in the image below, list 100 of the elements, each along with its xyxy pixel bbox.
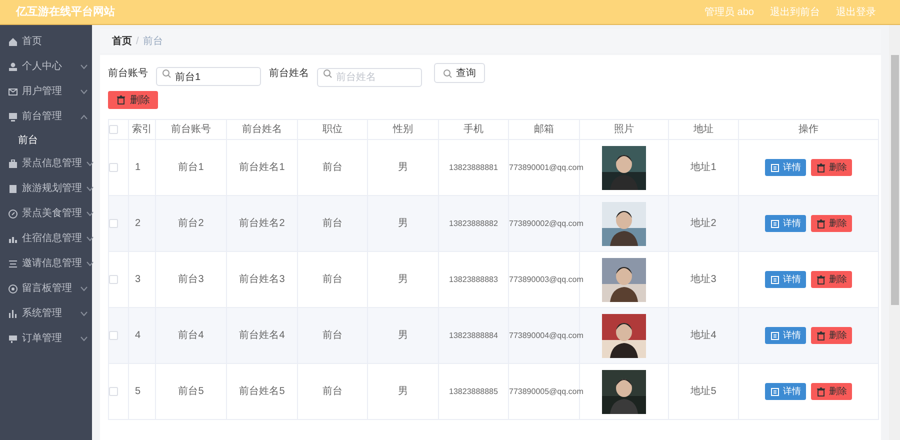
table-cell: 地址1 [690, 162, 716, 173]
table-cell: 前台 [322, 330, 342, 341]
breadcrumb-current: 前台 [142, 34, 163, 48]
table-cell: 773890004@qq.com [509, 331, 584, 340]
document-icon [770, 218, 780, 228]
sidebar-item[interactable]: 首页 [0, 29, 92, 54]
document-icon [8, 184, 18, 194]
document-icon [770, 162, 780, 172]
search-button[interactable]: 查询 [434, 63, 485, 83]
document-icon [770, 386, 780, 396]
search-field[interactable]: 前台姓名 [317, 68, 422, 86]
details-button[interactable]: 详情 [765, 159, 806, 176]
index-cell: 1 [135, 162, 141, 173]
scrollbar[interactable] [889, 25, 900, 440]
details-button[interactable]: 详情 [765, 383, 806, 400]
delete-button[interactable]: 删除 [811, 271, 852, 288]
index-cell: 4 [135, 330, 141, 341]
sidebar-item[interactable]: 订单管理 [0, 326, 92, 351]
table-cell: 前台姓名5 [239, 386, 285, 397]
details-button[interactable]: 详情 [765, 271, 806, 288]
column-header: 性别 [393, 124, 413, 135]
delete-button[interactable]: 删除 [811, 327, 852, 344]
search-field[interactable]: 前台1 [156, 67, 261, 86]
user-icon [8, 62, 18, 72]
card-icon [8, 334, 18, 344]
sidebar-subitem[interactable]: 前台 [0, 129, 92, 151]
sidebar-item[interactable]: 旅游规划管理 [0, 176, 92, 201]
document-icon [770, 330, 780, 340]
table-cell: 前台4 [178, 330, 204, 341]
table-cell: 男 [398, 274, 408, 285]
table-cell: 地址3 [690, 274, 716, 285]
trash-icon [816, 330, 826, 340]
index-cell: 5 [135, 386, 141, 397]
table-cell: 773890001@qq.com [509, 163, 584, 172]
details-button[interactable]: 详情 [765, 215, 806, 232]
checkbox[interactable] [109, 387, 118, 396]
checkbox[interactable] [109, 219, 118, 228]
table-cell: 前台 [322, 162, 342, 173]
table-cell: 773890002@qq.com [509, 219, 584, 228]
table-cell: 前台姓名3 [239, 274, 285, 285]
table-cell: 前台1 [178, 162, 204, 173]
table-cell: 773890003@qq.com [509, 275, 584, 284]
briefcase-icon [8, 158, 18, 168]
sidebar-item[interactable]: 系统管理 [0, 301, 92, 326]
home-icon [8, 36, 18, 46]
column-header: 手机 [464, 124, 484, 135]
table-cell: 前台5 [178, 386, 204, 397]
delete-button[interactable]: 删除 [811, 383, 852, 400]
mail-icon [8, 86, 18, 96]
field-label: 前台姓名 [269, 66, 309, 80]
sidebar-item[interactable]: 邀请信息管理 [0, 251, 92, 276]
sidebar-item[interactable]: 用户管理 [0, 79, 92, 104]
table-cell: 前台姓名1 [239, 162, 285, 173]
sidebar-item[interactable]: 景点美食管理 [0, 201, 92, 226]
delete-button[interactable]: 删除 [811, 215, 852, 232]
table-cell: 13823888883 [449, 275, 498, 284]
table-cell: 前台 [322, 218, 342, 229]
sidebar-item[interactable]: 留言板管理 [0, 276, 92, 301]
breadcrumb-separator: / [136, 34, 139, 48]
trash-icon [816, 162, 826, 172]
sidebar-item[interactable]: 个人中心 [0, 54, 92, 79]
search-icon [443, 68, 452, 78]
table-cell: 773890005@qq.com [509, 387, 584, 396]
table-cell: 前台3 [178, 274, 204, 285]
sidebar-item[interactable]: 景点信息管理 [0, 151, 92, 176]
field-label: 前台账号 [108, 66, 148, 80]
column-header: 职位 [322, 124, 342, 135]
table-cell: 前台姓名2 [239, 218, 285, 229]
column-header: 照片 [614, 124, 634, 135]
list-icon [8, 258, 18, 268]
bar-chart-icon [8, 308, 18, 318]
table-cell: 男 [398, 218, 408, 229]
delete-button[interactable]: 删除 [108, 91, 158, 109]
table-cell: 13823888882 [449, 219, 498, 228]
delete-button[interactable]: 删除 [811, 159, 852, 176]
column-header: 前台账号 [171, 124, 211, 135]
table-cell: 前台 [322, 386, 342, 397]
trash-icon [816, 386, 826, 396]
table-cell: 前台姓名4 [239, 330, 285, 341]
table-cell: 前台 [322, 274, 342, 285]
checkbox[interactable] [109, 125, 118, 134]
site-title: 亿互游在线平台网站 [16, 4, 115, 20]
sidebar-item[interactable]: 前台管理 [0, 104, 92, 129]
trash-icon [816, 274, 826, 284]
column-header: 邮箱 [534, 124, 554, 135]
checkbox[interactable] [109, 275, 118, 284]
breadcrumb-link[interactable]: 首页 [112, 34, 132, 48]
sidebar-item[interactable]: 住宿信息管理 [0, 226, 92, 251]
monitor-icon [8, 112, 18, 122]
column-header: 索引 [132, 124, 152, 135]
table-cell: 地址2 [690, 218, 716, 229]
details-button[interactable]: 详情 [765, 327, 806, 344]
table-cell: 男 [398, 330, 408, 341]
column-header: 地址 [694, 124, 714, 135]
checkbox[interactable] [109, 163, 118, 172]
compass-icon [8, 208, 18, 218]
index-cell: 2 [135, 218, 141, 229]
table-cell: 男 [398, 386, 408, 397]
checkbox[interactable] [109, 331, 118, 340]
trash-icon [116, 95, 126, 105]
